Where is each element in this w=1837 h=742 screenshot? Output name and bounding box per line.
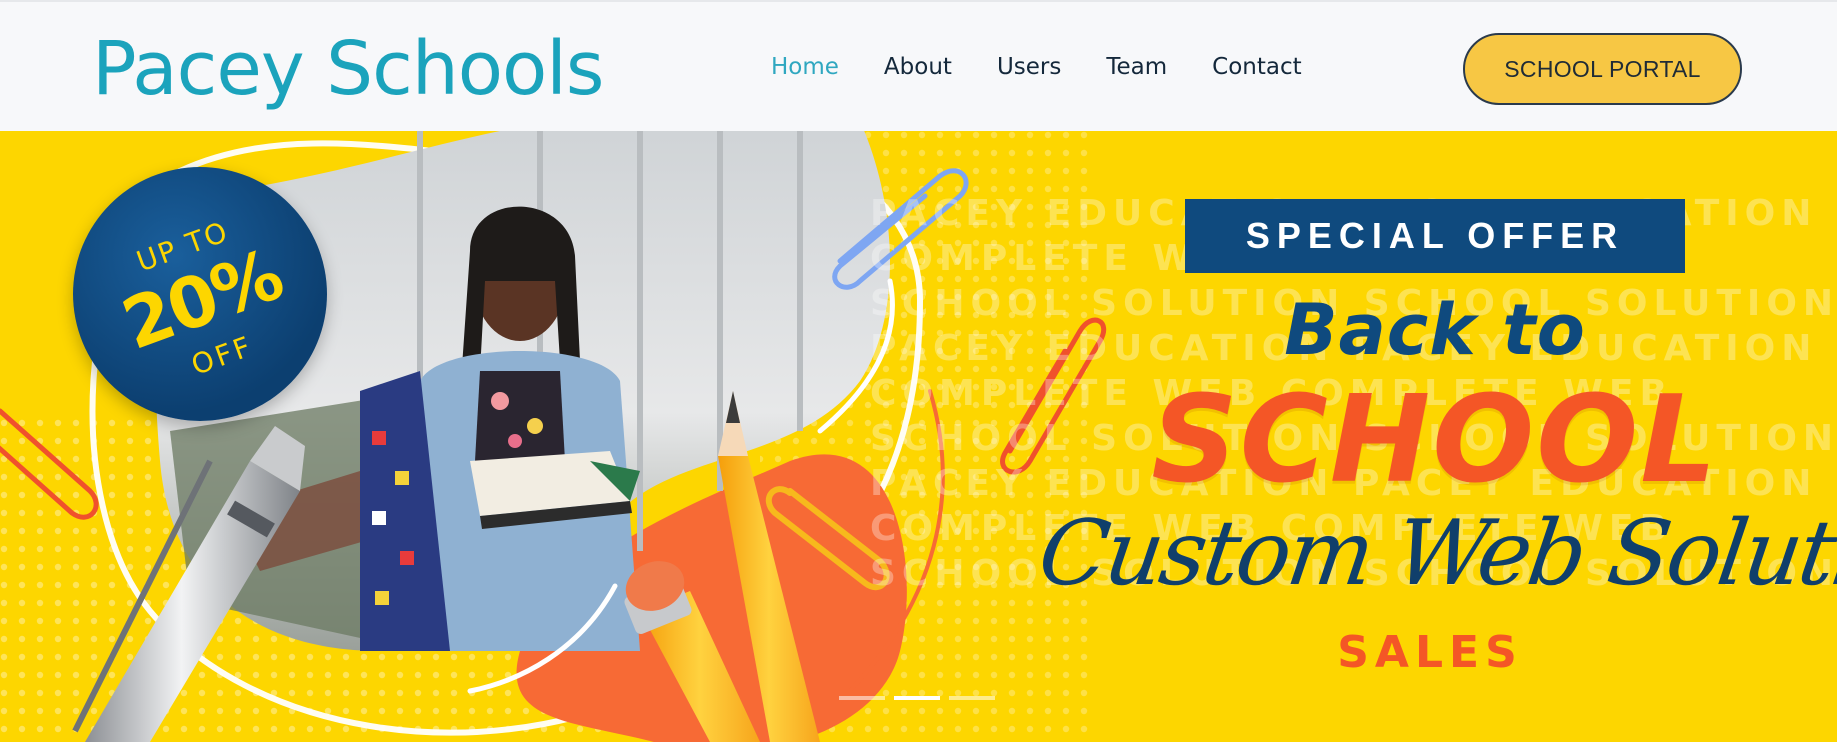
brand-logo[interactable]: Pacey Schools bbox=[92, 24, 604, 114]
custom-web-solution-text: Custom Web Solution bbox=[1032, 501, 1837, 606]
hero-banner: PACEY EDUCATION PACEY EDUCATION COMPLETE… bbox=[0, 131, 1837, 742]
sales-label: SALES bbox=[1337, 627, 1523, 678]
slide-indicator-2[interactable] bbox=[894, 696, 940, 700]
nav-users[interactable]: Users bbox=[997, 50, 1061, 84]
main-nav: Home About Users Team Contact bbox=[771, 50, 1302, 84]
nav-contact[interactable]: Contact bbox=[1212, 50, 1301, 84]
school-portal-button[interactable]: SCHOOL PORTAL bbox=[1463, 33, 1742, 105]
special-offer-banner: SPECIAL OFFER bbox=[1185, 199, 1685, 273]
slide-indicator-3[interactable] bbox=[949, 696, 995, 700]
nav-about[interactable]: About bbox=[884, 50, 952, 84]
slide-indicator-1[interactable] bbox=[839, 696, 885, 700]
nav-home[interactable]: Home bbox=[771, 50, 839, 84]
site-header: Pacey Schools Home About Users Team Cont… bbox=[0, 0, 1837, 131]
headline-school: SCHOOL bbox=[1151, 371, 1719, 510]
discount-badge: UP TO 20% OFF bbox=[73, 167, 327, 421]
carousel-indicators bbox=[839, 696, 995, 700]
headline-back-to: Back to bbox=[1284, 289, 1586, 371]
nav-team[interactable]: Team bbox=[1106, 50, 1167, 84]
